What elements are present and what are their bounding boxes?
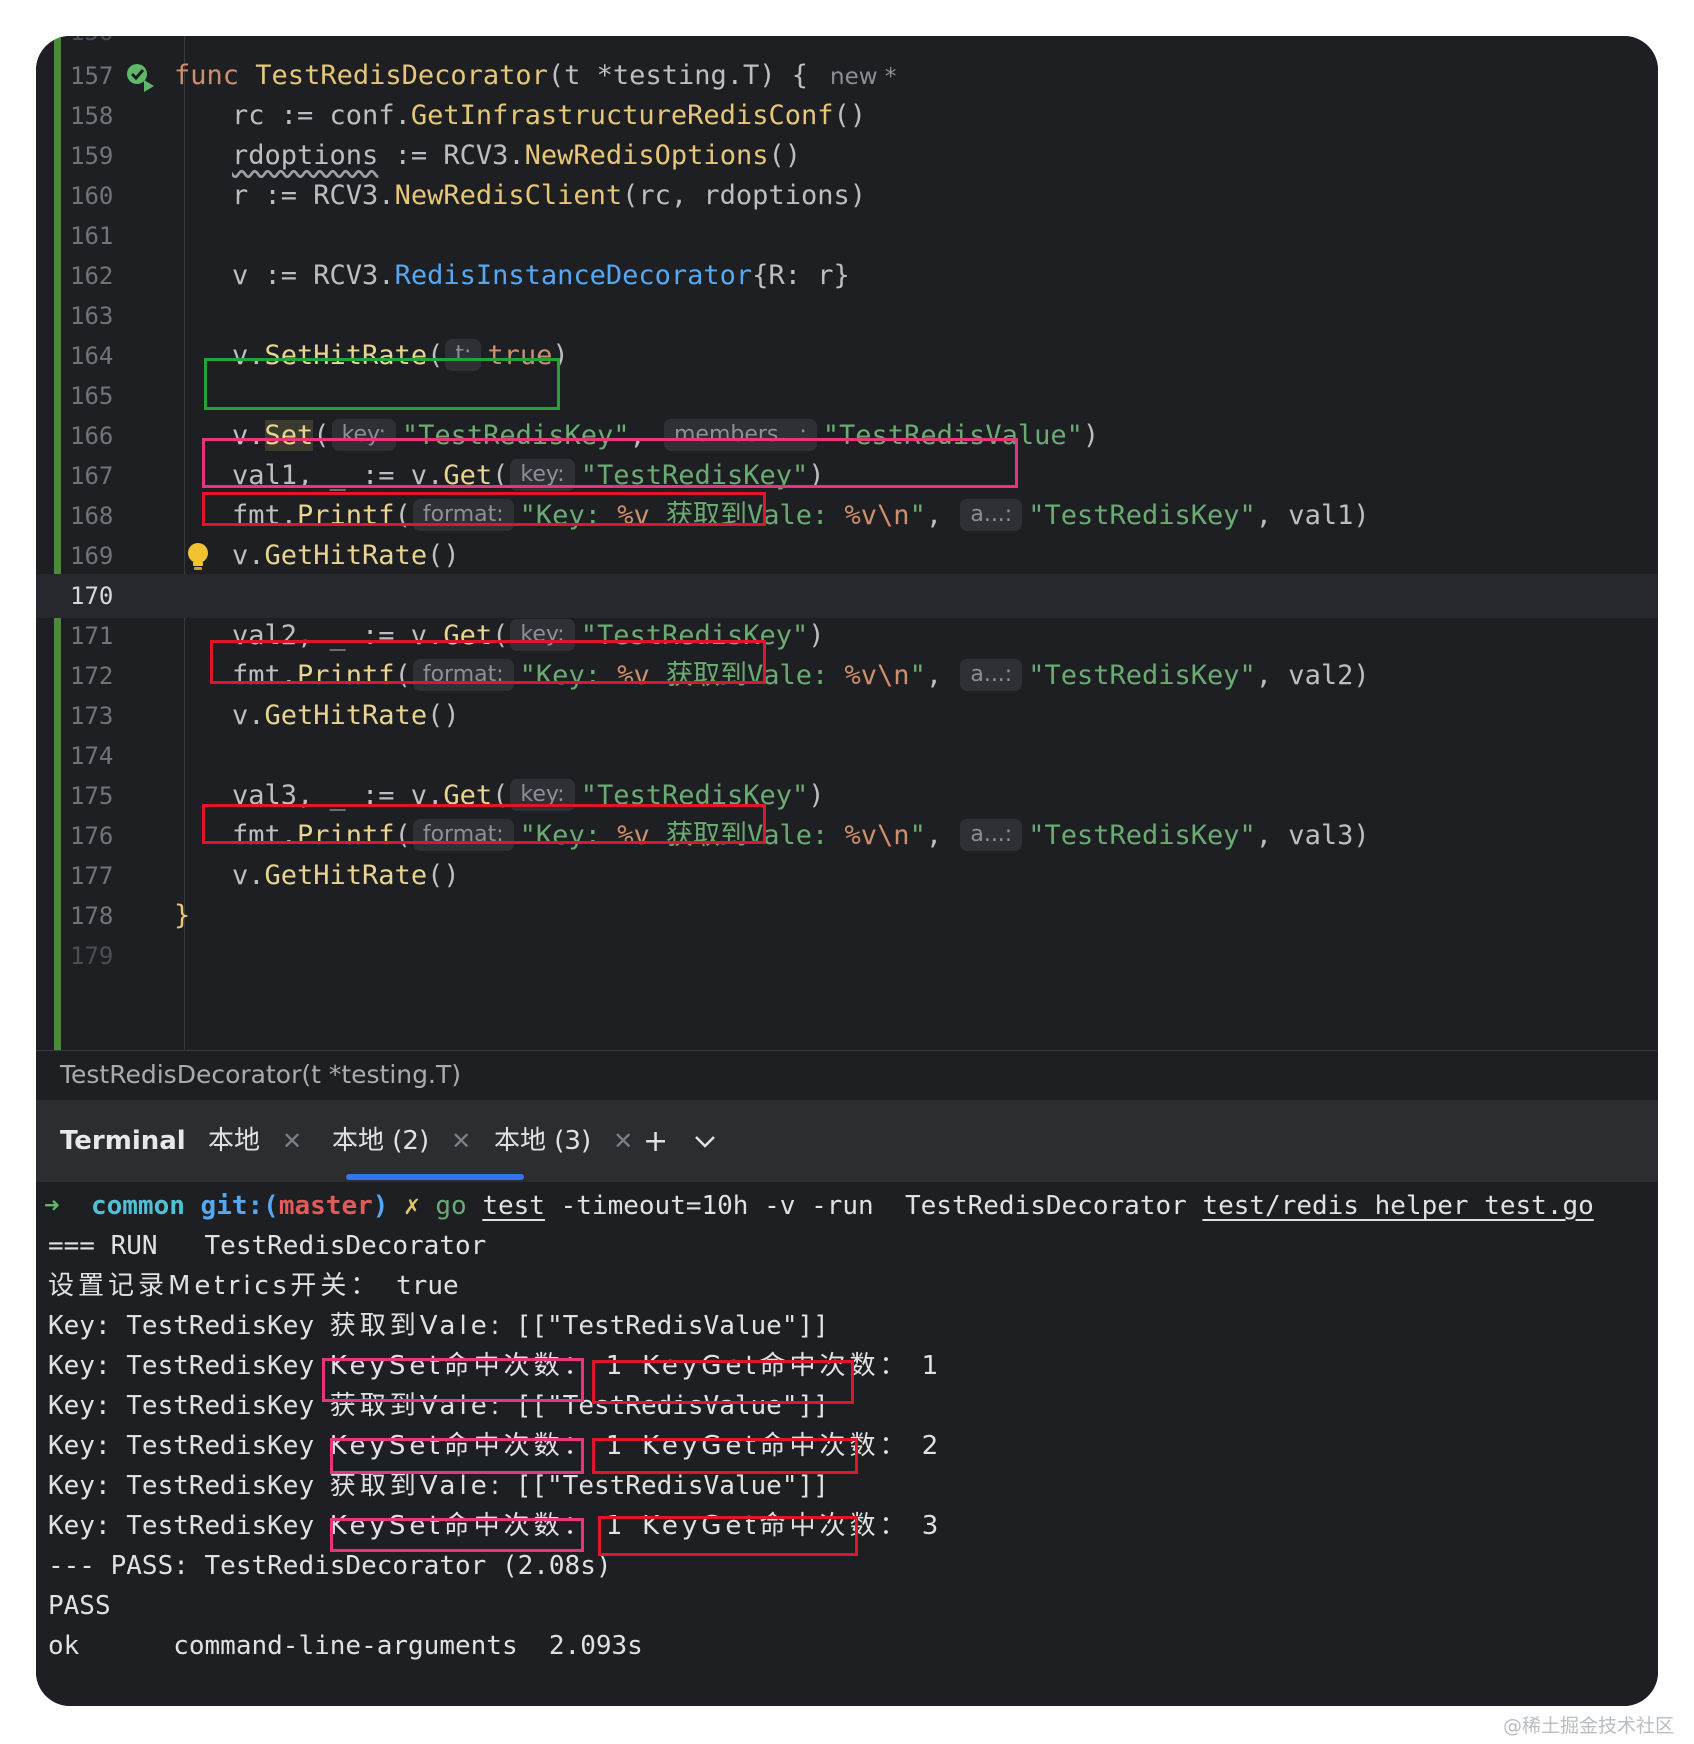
code-line[interactable]: 174: [36, 734, 1658, 778]
breadcrumb[interactable]: TestRedisDecorator(t *testing.T): [36, 1050, 1658, 1100]
annotation-box-get-hits-1: [592, 1360, 854, 1404]
terminal-tab-bar: Terminal 本地 ✕ 本地 (2) ✕ 本地 (3) ✕: [36, 1100, 1658, 1182]
line-number: 174: [70, 742, 114, 770]
terminal-line: Key: TestRedisKey 获取到Vale: [["TestRedisV…: [48, 1311, 829, 1341]
annotation-box-get-1: [202, 492, 766, 526]
line-number: 175: [70, 782, 114, 810]
close-icon[interactable]: ✕: [451, 1127, 471, 1155]
parameter-hint: a...:: [960, 658, 1023, 691]
tab-local-3[interactable]: 本地 (3) ✕: [494, 1100, 633, 1182]
line-number: 160: [70, 182, 114, 210]
breadcrumb-function[interactable]: TestRedisDecorator(t *testing.T): [60, 1051, 461, 1099]
active-tab-indicator: [346, 1174, 524, 1180]
line-number: 173: [70, 702, 114, 730]
parameter-hint: a...:: [960, 818, 1023, 851]
terminal-output[interactable]: ➜ common git:(master) ✗ go test -timeout…: [36, 1182, 1658, 1706]
annotation-box-set-hits-2: [330, 1438, 584, 1474]
line-number: 168: [70, 502, 114, 530]
line-number: 167: [70, 462, 114, 490]
terminal-line: ok command-line-arguments 2.093s: [48, 1631, 643, 1661]
line-number: 169: [70, 542, 114, 570]
usage-hint[interactable]: new *: [830, 64, 896, 90]
code-text: v.GetHitRate(): [232, 540, 460, 571]
run-test-icon[interactable]: [124, 60, 156, 92]
line-number: 159: [70, 142, 114, 170]
annotation-box-get-2: [210, 640, 766, 684]
code-text: v.GetHitRate(): [232, 700, 460, 731]
code-line[interactable]: 159 rdoptions := RCV3.NewRedisOptions(): [36, 134, 1658, 178]
code-line[interactable]: 162 v := RCV3.RedisInstanceDecorator{R: …: [36, 254, 1658, 298]
code-line[interactable]: 169 v.GetHitRate(): [36, 534, 1658, 578]
line-number: 179: [70, 942, 114, 970]
terminal-prompt: ➜ common git:(master) ✗ go test -timeout…: [44, 1191, 1594, 1221]
line-number: 164: [70, 342, 114, 370]
code-editor[interactable]: 156 157 func TestRedisDecorator(t *testi…: [36, 36, 1658, 1050]
ide-window: 156 157 func TestRedisDecorator(t *testi…: [36, 36, 1658, 1706]
code-line[interactable]: 178 }: [36, 894, 1658, 938]
code-text: v.GetHitRate(): [232, 860, 460, 891]
line-number: 158: [70, 102, 114, 130]
code-line[interactable]: 177 v.GetHitRate(): [36, 854, 1658, 898]
terminal-line: 设置记录Metrics开关： true: [48, 1271, 459, 1301]
annotation-box-set: [202, 438, 1018, 488]
line-number: 163: [70, 302, 114, 330]
annotation-box-get-hits-3: [598, 1516, 858, 1556]
code-line[interactable]: 160 r := RCV3.NewRedisClient(rc, rdoptio…: [36, 174, 1658, 218]
code-line: 156: [36, 36, 1658, 54]
current-code-line[interactable]: 170: [36, 574, 1658, 618]
code-line[interactable]: 158 rc := conf.GetInfrastructureRedisCon…: [36, 94, 1658, 138]
code-line[interactable]: 161: [36, 214, 1658, 258]
annotation-box-get-3: [202, 804, 766, 844]
code-text: }: [174, 900, 191, 931]
line-number: 156: [66, 36, 180, 54]
code-line: 179: [36, 934, 1658, 978]
annotation-box-set-hits-1: [322, 1358, 584, 1402]
close-icon[interactable]: ✕: [613, 1127, 633, 1155]
annotation-box-get-hits-2: [592, 1438, 858, 1474]
lightbulb-icon[interactable]: [184, 540, 216, 574]
code-text: r := RCV3.NewRedisClient(rc, rdoptions): [232, 180, 866, 211]
code-line[interactable]: 173 v.GetHitRate(): [36, 694, 1658, 738]
tab-local-2[interactable]: 本地 (2) ✕: [332, 1100, 471, 1182]
close-icon[interactable]: ✕: [282, 1127, 302, 1155]
watermark: @稀土掘金技术社区: [1502, 1715, 1674, 1737]
code-text: func TestRedisDecorator(t *testing.T) {n…: [174, 60, 897, 91]
parameter-hint: a...:: [960, 498, 1023, 531]
line-number: 171: [70, 622, 114, 650]
code-text: rc := conf.GetInfrastructureRedisConf(): [232, 100, 866, 131]
prompt-arrow-icon: ➜: [44, 1191, 60, 1221]
line-number: 177: [70, 862, 114, 890]
code-line[interactable]: 157 func TestRedisDecorator(t *testing.T…: [36, 54, 1658, 98]
annotation-box-sethitrate: [204, 358, 560, 410]
line-number: 170: [70, 582, 114, 610]
line-number: 172: [70, 662, 114, 690]
line-number: 176: [70, 822, 114, 850]
code-line[interactable]: 163: [36, 294, 1658, 338]
line-number: 166: [70, 422, 114, 450]
code-text: v := RCV3.RedisInstanceDecorator{R: r}: [232, 260, 850, 291]
unused-variable-warning: rdoptions: [232, 140, 379, 171]
tab-local[interactable]: 本地 ✕: [208, 1100, 302, 1182]
annotation-box-set-hits-3: [330, 1518, 584, 1552]
line-number: 161: [70, 222, 114, 250]
terminal-line: PASS: [48, 1591, 111, 1621]
test-file-link[interactable]: test/redis_helper_test.go: [1202, 1191, 1593, 1221]
terminal-title: Terminal: [60, 1126, 186, 1156]
line-number: 162: [70, 262, 114, 290]
terminal-line: === RUN TestRedisDecorator: [48, 1231, 487, 1261]
line-number: 178: [70, 902, 114, 930]
line-number: 157: [70, 62, 114, 90]
plus-icon[interactable]: +: [643, 1127, 668, 1157]
chevron-down-icon[interactable]: [694, 1134, 716, 1150]
code-text: rdoptions := RCV3.NewRedisOptions(): [232, 140, 801, 171]
line-number: 165: [70, 382, 114, 410]
